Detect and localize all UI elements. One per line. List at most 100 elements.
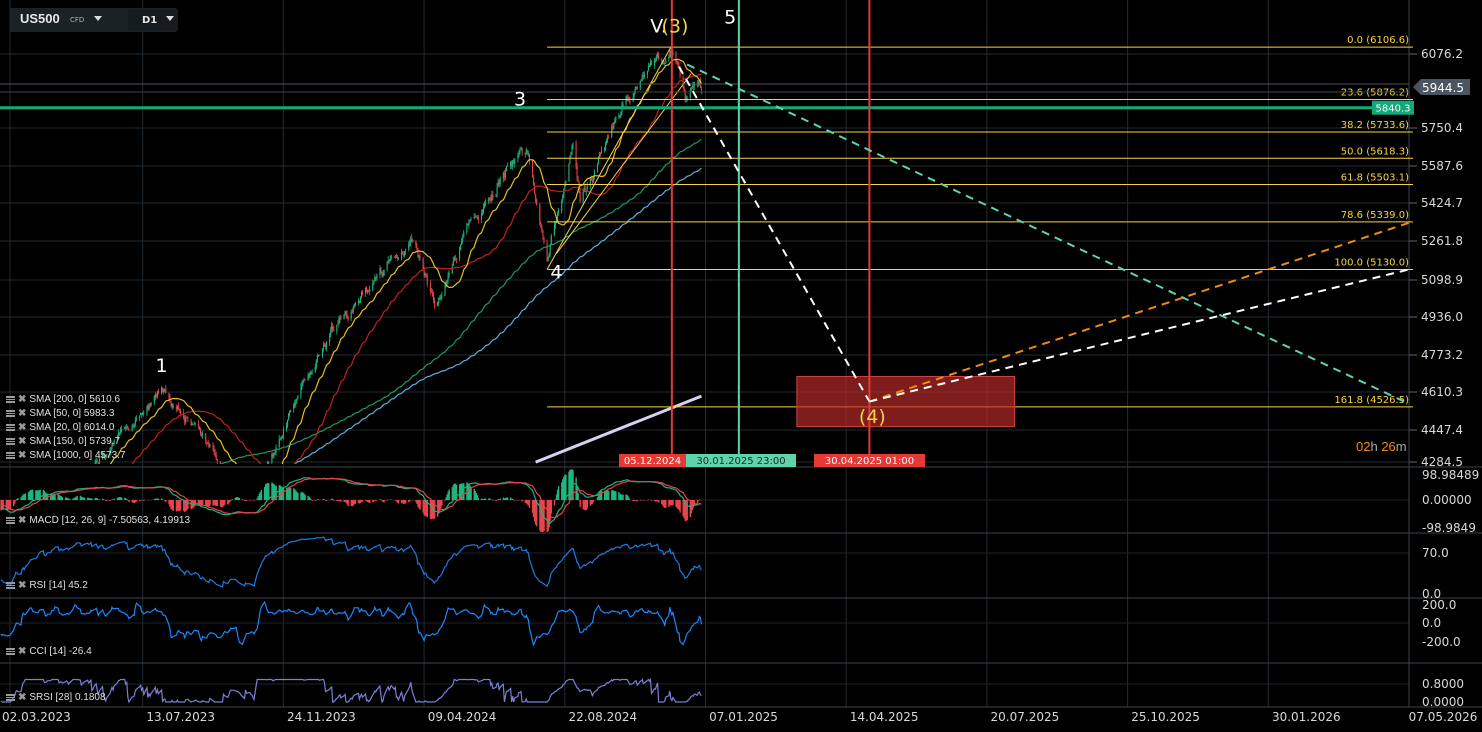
wave-label: (4) [859, 406, 886, 428]
candle [219, 460, 221, 464]
candle-body [206, 441, 208, 444]
close-icon[interactable]: ✖ [18, 692, 26, 703]
candle [684, 89, 686, 103]
candle [358, 300, 360, 304]
candle [156, 390, 158, 399]
menu-icon[interactable] [6, 396, 15, 403]
menu-icon[interactable] [6, 410, 15, 417]
grid [0, 0, 1409, 707]
candle-body [318, 355, 320, 356]
close-icon[interactable]: ✖ [18, 394, 26, 405]
menu-icon[interactable] [6, 517, 15, 524]
candle [294, 399, 296, 409]
candle-body [94, 462, 96, 464]
menu-icon[interactable] [6, 424, 15, 431]
candle [426, 272, 428, 288]
candle [612, 122, 614, 130]
candle-body [455, 258, 458, 260]
candle [620, 111, 622, 119]
candle-body [178, 408, 181, 411]
macd-histogram-bar [135, 500, 138, 502]
candle [304, 378, 306, 381]
candle [640, 79, 642, 82]
candle-body [271, 453, 273, 463]
candle [131, 424, 133, 432]
candle [208, 439, 210, 449]
close-icon[interactable]: ✖ [18, 436, 26, 447]
candle [135, 415, 137, 422]
close-icon[interactable]: ✖ [18, 646, 26, 657]
candle-body [397, 258, 400, 260]
macd-histogram-bar [354, 500, 357, 504]
candle-body [543, 237, 545, 243]
candle-body [201, 434, 203, 435]
close-icon[interactable]: ✖ [18, 580, 26, 591]
candle [161, 386, 163, 395]
candle [6, 540, 7, 550]
price-tick-label: 5587.6 [1421, 159, 1463, 173]
symbol-dropdown-icon[interactable] [94, 16, 102, 21]
candle-body [625, 97, 627, 105]
candle-body [416, 246, 418, 250]
candle-body [389, 258, 391, 261]
menu-icon[interactable] [6, 648, 15, 655]
close-icon[interactable]: ✖ [18, 515, 26, 526]
candle-body [8, 551, 9, 552]
candle [17, 544, 18, 548]
candle [393, 256, 395, 258]
close-icon[interactable]: ✖ [18, 422, 26, 433]
candle-body [461, 241, 463, 245]
candle [237, 471, 238, 478]
candle-body [345, 311, 347, 315]
candle [562, 194, 564, 203]
candle [669, 49, 671, 58]
macd-histogram-bar [24, 493, 27, 500]
candle [250, 490, 251, 497]
menu-icon[interactable] [6, 438, 15, 445]
timeframe-dropdown-icon[interactable] [166, 16, 174, 21]
menu-icon[interactable] [6, 694, 15, 701]
candle-body [250, 493, 251, 496]
candle-body [153, 397, 155, 403]
menu-icon[interactable] [6, 582, 15, 589]
candle-body [282, 429, 284, 436]
candle-body [366, 288, 368, 292]
candle-body [576, 166, 578, 179]
candle [432, 291, 435, 304]
candle-body [467, 224, 469, 226]
candle-body [97, 463, 99, 464]
macd-histogram-bar [325, 500, 328, 501]
menu-icon[interactable] [6, 452, 15, 459]
macd-histogram-bar [697, 500, 700, 502]
candle-body [242, 481, 243, 487]
candle-body [186, 417, 188, 419]
candle-body [82, 480, 83, 482]
candle-body [285, 425, 288, 430]
candle [415, 240, 417, 248]
candle-body [245, 490, 246, 493]
candle [497, 178, 499, 187]
symbol-selector[interactable]: US500 CFD D1 [10, 8, 178, 32]
candle [178, 408, 181, 413]
close-icon[interactable]: ✖ [18, 450, 26, 461]
candle-body [700, 88, 703, 91]
candle [165, 384, 167, 394]
candle-body [308, 374, 310, 377]
wave-label: 3 [514, 89, 526, 111]
candle-body [542, 230, 544, 238]
close-icon[interactable]: ✖ [18, 408, 26, 419]
macd-histogram-bar [113, 498, 115, 500]
macd-histogram-bar [686, 500, 688, 521]
timeframe-selector[interactable]: D1 [128, 10, 178, 30]
candle [25, 539, 26, 547]
candle-body [76, 483, 77, 487]
candle-body [626, 97, 628, 99]
macd-histogram-bar [98, 499, 101, 500]
candle [613, 122, 615, 130]
price-chart[interactable]: 0.0 (6106.6)23.6 (5876.2)38.2 (5733.6)50… [0, 0, 1482, 732]
candle-body [409, 242, 411, 246]
candle-body [678, 65, 680, 67]
drawings: 0.0 (6106.6)23.6 (5876.2)38.2 (5733.6)50… [0, 0, 1413, 467]
candle-body [60, 504, 61, 506]
candle-body [485, 202, 487, 203]
